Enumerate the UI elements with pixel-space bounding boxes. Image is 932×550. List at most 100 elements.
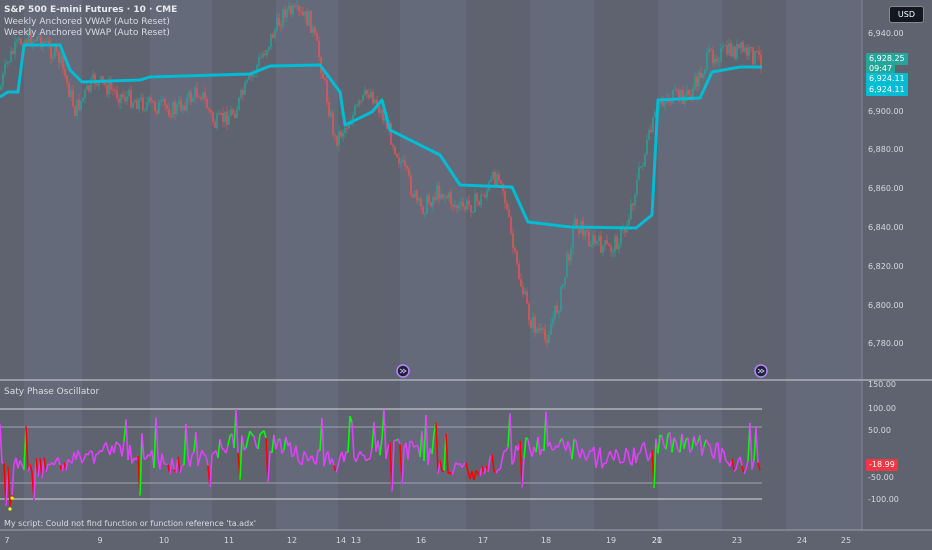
candle-body	[306, 11, 308, 26]
candle-body	[434, 197, 436, 200]
oscillator-segment	[487, 457, 491, 473]
candle-body	[226, 111, 228, 125]
candle-body	[270, 34, 272, 47]
oscillator-segment	[7, 466, 11, 507]
candle-body	[462, 202, 464, 207]
candle-body	[16, 40, 18, 42]
candle-body	[326, 80, 328, 102]
oscillator-segment	[501, 450, 505, 461]
candle-body	[726, 45, 728, 55]
candle-body	[288, 5, 290, 10]
candle-body	[122, 94, 124, 97]
indicator-legend-1[interactable]: Weekly Anchored VWAP (Auto Reset)	[4, 17, 170, 28]
candle-body	[64, 68, 66, 76]
candle-body	[402, 160, 404, 162]
candle-body	[586, 230, 588, 232]
oscillator-segment	[499, 460, 503, 470]
candle-body	[300, 11, 302, 13]
candle-body	[524, 291, 526, 295]
candle-body	[322, 73, 324, 79]
candle-body	[208, 108, 210, 111]
symbol-title[interactable]: S&P 500 E-mini Futures · 10 · CME	[4, 5, 177, 16]
oscillator-segment	[219, 439, 223, 449]
candle-body	[514, 248, 516, 252]
oscillator-segment	[19, 460, 23, 466]
oscillator-segment	[165, 463, 169, 466]
candle-body	[314, 27, 316, 34]
candle-body	[68, 82, 70, 98]
candle-body	[52, 56, 54, 59]
candle-body	[10, 50, 12, 62]
oscillator-tick: -100.00	[868, 495, 899, 504]
candle-body	[244, 82, 246, 95]
oscillator-segment	[11, 463, 15, 496]
candle-body	[338, 131, 340, 146]
candle-body	[564, 276, 566, 285]
oscillator-title[interactable]: Saty Phase Oscillator	[4, 387, 99, 398]
oscillator-segment	[465, 462, 469, 472]
candle-body	[474, 193, 476, 213]
candle-body	[458, 205, 460, 209]
oscillator-segment	[245, 438, 249, 449]
oscillator-segment	[505, 446, 509, 452]
oscillator-segment	[129, 445, 133, 464]
candle-body	[628, 218, 630, 225]
candle-body	[704, 69, 706, 75]
indicator-legend-2[interactable]: Weekly Anchored VWAP (Auto Reset)	[4, 28, 170, 39]
oscillator-segment	[639, 445, 643, 453]
oscillator-segment	[241, 435, 245, 451]
candle-body	[554, 305, 556, 318]
candle-body	[198, 96, 200, 98]
candle-body	[96, 84, 98, 86]
candle-body	[186, 97, 188, 111]
candle-body	[332, 112, 334, 135]
candle-body	[440, 194, 442, 199]
oscillator-segment	[93, 454, 97, 464]
candle-body	[506, 203, 508, 210]
oscillator-segment	[725, 460, 729, 464]
candle-body	[728, 43, 730, 55]
candle-body	[448, 192, 450, 199]
candle-body	[76, 99, 78, 116]
candle-body	[620, 228, 622, 245]
candle-body	[596, 241, 598, 244]
candle-body	[578, 228, 580, 234]
candle-body	[508, 209, 510, 217]
candle-body	[496, 174, 498, 186]
candle-body	[736, 44, 738, 59]
candle-body	[100, 76, 102, 80]
candle-body	[494, 171, 496, 186]
candle-body	[698, 72, 700, 87]
candle-body	[732, 46, 734, 57]
chart-canvas[interactable]	[0, 0, 932, 550]
candle-body	[438, 185, 440, 199]
candle-body	[330, 112, 332, 117]
oscillator-segment	[623, 448, 627, 462]
oscillator-segment	[239, 435, 243, 480]
price-axis[interactable]: 6,940.00 6,900.00 6,880.00 6,860.00 6,84…	[862, 0, 932, 530]
price-tick: 6,940.00	[868, 29, 904, 38]
candle-body	[754, 51, 756, 65]
oscillator-segment	[225, 445, 229, 454]
chart-window[interactable]: S&P 500 E-mini Futures · 10 · CME Weekly…	[0, 0, 932, 550]
candle-body	[86, 85, 88, 91]
candle-body	[246, 79, 248, 83]
time-tick: 19	[605, 536, 617, 545]
candle-body	[274, 29, 276, 39]
oscillator-segment	[645, 451, 649, 462]
oscillator-tick: 100.00	[868, 404, 896, 413]
candle-body	[276, 17, 278, 30]
oscillator-segment	[627, 452, 631, 463]
oscillator-segment	[731, 458, 735, 472]
candle-body	[248, 75, 250, 80]
candle-body	[420, 198, 422, 207]
candle-body	[334, 134, 336, 136]
candle-body	[408, 168, 410, 176]
candle-body	[742, 42, 744, 52]
oscillator-tick: 150.00	[868, 380, 896, 389]
candle-body	[8, 61, 10, 63]
price-tick: 6,860.00	[868, 184, 904, 193]
candle-body	[158, 101, 160, 114]
candle-body	[734, 46, 736, 59]
oscillator-segment	[139, 433, 143, 496]
